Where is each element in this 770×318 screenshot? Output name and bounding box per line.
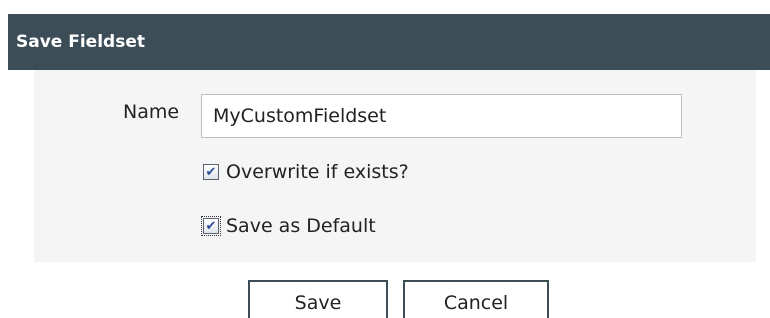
save-default-label: Save as Default <box>226 215 376 237</box>
name-label: Name <box>123 101 180 123</box>
name-input[interactable] <box>201 94 682 138</box>
cancel-button[interactable]: Cancel <box>403 280 549 318</box>
dialog-title-bar: Save Fieldset <box>8 14 770 70</box>
save-button[interactable]: Save <box>248 280 388 318</box>
overwrite-option[interactable]: ✔ Overwrite if exists? <box>203 160 409 184</box>
checkmark-icon: ✔ <box>205 164 217 180</box>
overwrite-checkbox[interactable]: ✔ <box>203 164 219 180</box>
checkmark-icon: ✔ <box>205 218 217 234</box>
overwrite-label: Overwrite if exists? <box>226 161 409 183</box>
save-default-checkbox[interactable]: ✔ <box>201 216 221 236</box>
dialog-title: Save Fieldset <box>16 32 145 52</box>
save-default-option[interactable]: ✔ Save as Default <box>201 214 376 238</box>
